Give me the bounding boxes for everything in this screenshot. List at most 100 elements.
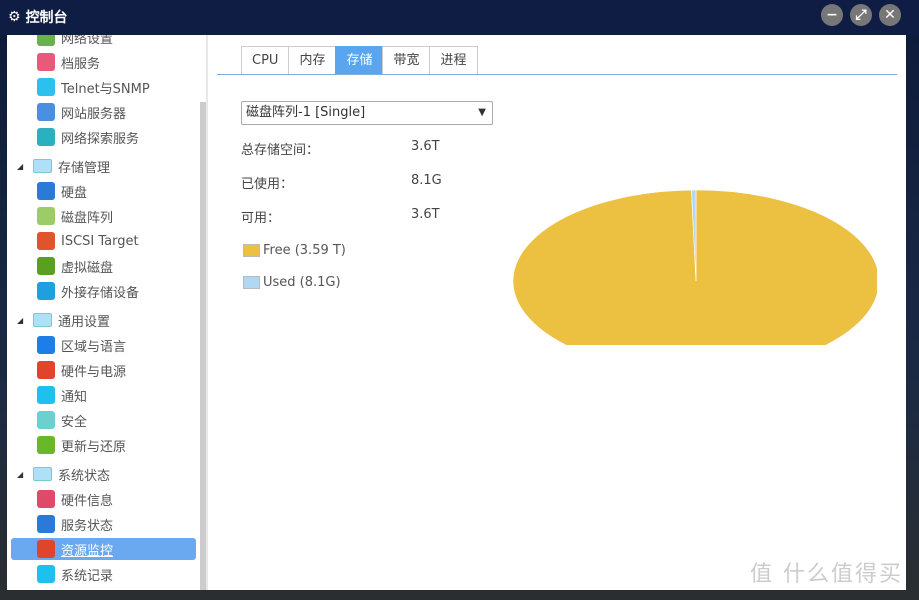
sidebar-group[interactable]: ◢ 系统状态 <box>17 463 110 485</box>
available-value: 3.6T <box>411 207 440 222</box>
watermark: 值 什么值得买 <box>750 562 903 587</box>
web-server-icon <box>37 103 55 121</box>
available-label: 可用： <box>241 211 281 226</box>
sidebar-item-label: 硬盘 <box>61 185 88 201</box>
used-value: 8.1G <box>411 173 442 188</box>
sidebar-item-label: 外接存储设备 <box>61 285 140 301</box>
sidebar-item[interactable]: 服务状态 <box>37 513 113 535</box>
folder-icon <box>33 159 52 173</box>
sidebar-group[interactable]: ◢ 通用设置 <box>17 309 110 331</box>
system-log-icon <box>37 565 55 583</box>
sidebar-item[interactable]: 通知 <box>37 384 87 406</box>
sidebar-item[interactable]: 网络设置 <box>37 35 113 48</box>
tab-2[interactable]: 存储 <box>335 46 383 75</box>
sidebar-item-label: 网络探索服务 <box>61 131 140 147</box>
sidebar-item[interactable]: 档服务 <box>37 51 100 73</box>
sidebar-group-label: 系统状态 <box>58 468 111 484</box>
sidebar-item-label: 资源监控 <box>61 543 114 559</box>
hardware-info-icon <box>37 490 55 508</box>
iscsi-icon <box>37 232 55 250</box>
sidebar-item-label: 区域与语言 <box>61 339 127 355</box>
close-button[interactable]: ✕ <box>879 4 901 26</box>
collapse-triangle-icon[interactable]: ◢ <box>17 162 27 171</box>
sidebar-item[interactable]: Telnet与SNMP <box>37 76 150 98</box>
sidebar-item[interactable]: ISCSI Target <box>37 230 139 252</box>
folder-icon <box>33 467 52 481</box>
hard-disk-icon <box>37 182 55 200</box>
total-label: 总存储空间： <box>241 143 320 158</box>
sidebar-item[interactable]: 网站服务器 <box>37 101 126 123</box>
sidebar-item[interactable]: 区域与语言 <box>37 334 126 356</box>
sidebar-item-label: 硬件信息 <box>61 493 114 509</box>
tab-3[interactable]: 带宽 <box>382 46 430 75</box>
legend-used: Used (8.1G) <box>243 275 341 290</box>
security-icon <box>37 411 55 429</box>
globe-icon <box>37 35 55 46</box>
total-value: 3.6T <box>411 139 440 154</box>
used-label: 已使用： <box>241 177 294 192</box>
external-storage-icon <box>37 282 55 300</box>
sidebar-item-label: 网络设置 <box>61 35 114 47</box>
sidebar-item-label: 硬件与电源 <box>61 364 127 380</box>
sidebar-group-label: 存储管理 <box>58 160 111 176</box>
service-status-icon <box>37 515 55 533</box>
minimize-button[interactable]: − <box>821 4 843 26</box>
power-icon <box>37 361 55 379</box>
tab-bar: CPU 内存 存储 带宽 进程 <box>241 46 478 75</box>
legend-swatch-used <box>243 276 260 289</box>
sidebar-item[interactable]: 硬盘 <box>37 180 87 202</box>
storage-pie-chart <box>512 189 877 345</box>
tab-1[interactable]: 内存 <box>288 46 336 75</box>
sidebar-item-label: Telnet与SNMP <box>61 81 150 97</box>
sidebar-group-label: 通用设置 <box>58 314 111 330</box>
sidebar-item-label: 档服务 <box>61 56 101 72</box>
sidebar-item[interactable]: 网络探索服务 <box>37 126 139 148</box>
main-panel: CPU 内存 存储 带宽 进程 磁盘阵列-1 [Single] ▼ 总存储空间： 3.6T… <box>217 35 906 590</box>
sidebar-item[interactable]: 安全 <box>37 409 87 431</box>
dropdown-arrow-icon: ▼ <box>478 107 486 118</box>
sidebar: 网络设置档服务 Telnet与SNMP 网站服务器网络探索服务 ◢ 存储管理硬盘磁盘阵列… <box>7 35 206 590</box>
collapse-triangle-icon[interactable]: ◢ <box>17 470 27 479</box>
sidebar-item-label: 安全 <box>61 414 88 430</box>
sidebar-item-label: ISCSI Target <box>61 233 139 249</box>
sidebar-item[interactable]: 系统记录 <box>37 563 113 585</box>
title-bar: ⚙ 控制台 − ⤢ ✕ <box>0 0 919 35</box>
legend-free: Free (3.59 T) <box>243 243 346 258</box>
sidebar-item-label: 虚拟磁盘 <box>61 260 114 276</box>
network-discovery-icon <box>37 128 55 146</box>
gear-icon: ⚙ <box>8 9 21 25</box>
sidebar-item[interactable]: 外接存储设备 <box>37 280 139 302</box>
sidebar-item[interactable]: 资源监控 <box>11 538 196 560</box>
monitor-icon <box>37 78 55 96</box>
maximize-button[interactable]: ⤢ <box>850 4 872 26</box>
sidebar-item-label: 服务状态 <box>61 518 114 534</box>
volume-select[interactable]: 磁盘阵列-1 [Single] ▼ <box>241 101 493 125</box>
virtual-disk-icon <box>37 257 55 275</box>
tab-4[interactable]: 进程 <box>429 46 478 75</box>
window-title: ⚙ 控制台 <box>8 9 68 26</box>
tab-underline <box>217 74 897 75</box>
resource-monitor-icon <box>37 540 55 558</box>
splitter[interactable] <box>206 35 208 590</box>
sidebar-item[interactable]: 硬件与电源 <box>37 359 126 381</box>
folder-icon <box>33 313 52 327</box>
tab-0[interactable]: CPU <box>241 46 289 75</box>
sidebar-item-label: 网站服务器 <box>61 106 127 122</box>
sidebar-group[interactable]: ◢ 存储管理 <box>17 155 110 177</box>
disk-array-icon <box>37 207 55 225</box>
legend-swatch-free <box>243 244 260 257</box>
gear-icon <box>37 336 55 354</box>
sidebar-item[interactable]: 更新与还原 <box>37 434 126 456</box>
sidebar-item-label: 系统记录 <box>61 568 114 584</box>
sidebar-item-label: 磁盘阵列 <box>61 210 114 226</box>
sidebar-item-label: 通知 <box>61 389 88 405</box>
sidebar-item-label: 更新与还原 <box>61 439 127 455</box>
collapse-triangle-icon[interactable]: ◢ <box>17 316 27 325</box>
sidebar-item[interactable]: 虚拟磁盘 <box>37 255 113 277</box>
sidebar-item[interactable]: 磁盘阵列 <box>37 205 113 227</box>
refresh-icon <box>37 436 55 454</box>
file-service-icon <box>37 53 55 71</box>
notification-icon <box>37 386 55 404</box>
sidebar-item[interactable]: 硬件信息 <box>37 488 113 510</box>
control-panel-window: 网络设置 档服务 Telnet与SNMP 网站服务器 网络探索服务 ◢ 存储管理 硬盘 磁盘阵列… <box>7 35 906 590</box>
